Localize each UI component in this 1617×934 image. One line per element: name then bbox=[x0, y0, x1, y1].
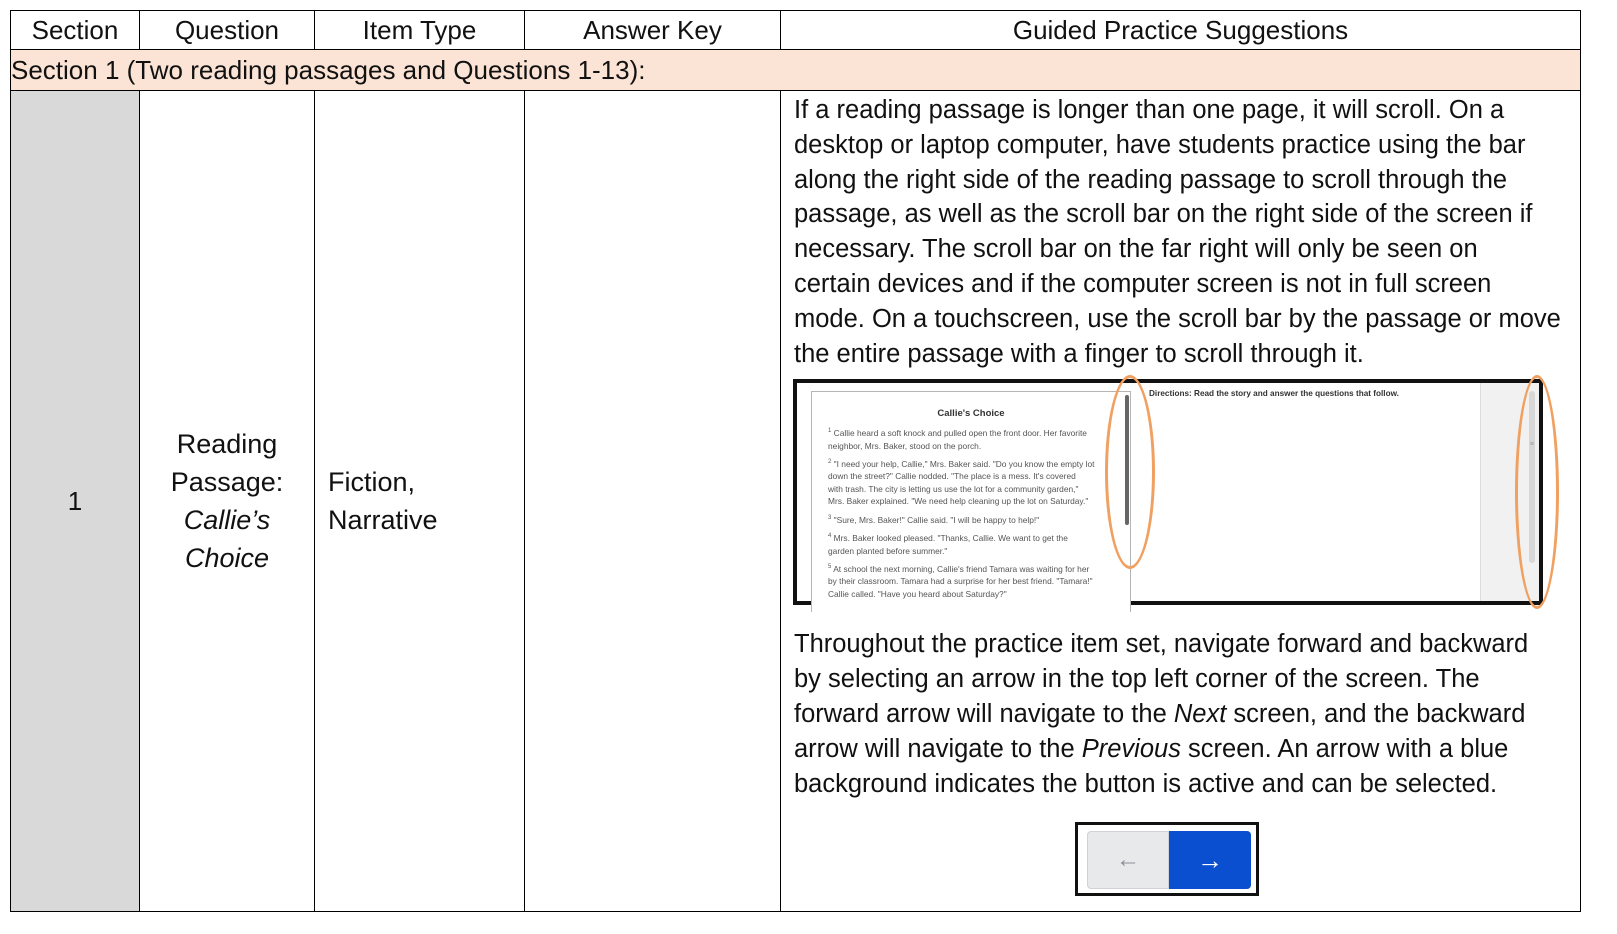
header-item-type: Item Type bbox=[314, 10, 525, 50]
instruction-line: mode. On a touchscreen, use the scroll b… bbox=[794, 304, 1561, 333]
header-row: Section Question Item Type Answer Key Gu… bbox=[10, 10, 1581, 50]
question-title-line1: Callie’s bbox=[183, 505, 271, 535]
header-guided-practice: Guided Practice Suggestions bbox=[780, 10, 1581, 50]
navigation-buttons-image: ← → bbox=[1075, 822, 1259, 896]
scroll-instructions: If a reading passage is longer than one … bbox=[782, 93, 1580, 371]
item-type-line1: Fiction, bbox=[328, 467, 416, 497]
header-answer-key: Answer Key bbox=[524, 10, 781, 50]
passage-scrollbar-highlight bbox=[1105, 375, 1155, 570]
navigation-instructions: Throughout the practice item set, naviga… bbox=[782, 627, 1580, 801]
passage-text: 1 Callie heard a soft knock and pulled o… bbox=[812, 419, 1130, 600]
passage-paragraph: 4 Mrs. Baker looked pleased. "Thanks, Ca… bbox=[828, 533, 1068, 556]
header-question: Question bbox=[139, 10, 315, 50]
section-heading-row: Section 1 (Two reading passages and Ques… bbox=[10, 49, 1581, 91]
screen-scrollbar-highlight bbox=[1515, 375, 1559, 610]
instruction-line: forward arrow will navigate to the Next … bbox=[794, 699, 1526, 728]
passage-title: Callie's Choice bbox=[937, 408, 1005, 420]
previous-arrow-icon: ← bbox=[1087, 831, 1169, 889]
instruction-line: by selecting an arrow in the top left co… bbox=[794, 665, 1480, 694]
instruction-line: the entire passage with a finger to scro… bbox=[794, 339, 1364, 368]
instruction-line: Throughout the practice item set, naviga… bbox=[794, 630, 1529, 659]
question-label-line2: Passage: bbox=[170, 467, 284, 497]
directions-text: Directions: Read the story and answer th… bbox=[1149, 389, 1399, 399]
instruction-line: certain devices and if the computer scre… bbox=[794, 269, 1492, 298]
table-row: 1 Reading Passage: Callie’s Choice Ficti… bbox=[10, 90, 1581, 912]
instruction-line: arrow will navigate to the Previous scre… bbox=[794, 734, 1509, 763]
header-section: Section bbox=[10, 10, 140, 50]
answer-key-cell bbox=[524, 90, 781, 912]
item-type-line2: Narrative bbox=[328, 505, 438, 535]
passage-paragraph: 5 At school the next morning, Callie's f… bbox=[828, 563, 1093, 599]
next-arrow-icon: → bbox=[1169, 831, 1251, 889]
section-number-cell: 1 bbox=[10, 90, 140, 912]
section-heading: Section 1 (Two reading passages and Ques… bbox=[10, 49, 1581, 91]
instruction-line: desktop or laptop computer, have student… bbox=[794, 130, 1526, 159]
guided-practice-table: Section Question Item Type Answer Key Gu… bbox=[10, 10, 1581, 912]
instruction-line: If a reading passage is longer than one … bbox=[794, 96, 1505, 124]
question-cell: Reading Passage: Callie’s Choice bbox=[139, 90, 315, 912]
instruction-line: background indicates the button is activ… bbox=[794, 769, 1498, 798]
question-label-line1: Reading bbox=[176, 429, 278, 459]
instruction-line: necessary. The scroll bar on the far rig… bbox=[794, 235, 1478, 264]
item-type-cell: Fiction, Narrative bbox=[314, 90, 525, 912]
section-number: 1 bbox=[67, 485, 83, 516]
instruction-line: passage, as well as the scroll bar on th… bbox=[794, 200, 1533, 229]
passage-screenshot: Callie's Choice 1 Callie heard a soft kn… bbox=[793, 375, 1559, 613]
instruction-line: along the right side of the reading pass… bbox=[794, 165, 1508, 194]
guided-practice-cell: If a reading passage is longer than one … bbox=[780, 90, 1581, 912]
passage-paragraph: 1 Callie heard a soft knock and pulled o… bbox=[828, 428, 1087, 451]
passage-paragraph: 3 "Sure, Mrs. Baker!" Callie said. "I wi… bbox=[828, 514, 1040, 525]
passage-paragraph: 2 "I need your help, Callie," Mrs. Baker… bbox=[828, 458, 1095, 507]
question-title-line2: Choice bbox=[184, 543, 270, 573]
reading-passage-panel: Callie's Choice 1 Callie heard a soft kn… bbox=[811, 391, 1131, 613]
